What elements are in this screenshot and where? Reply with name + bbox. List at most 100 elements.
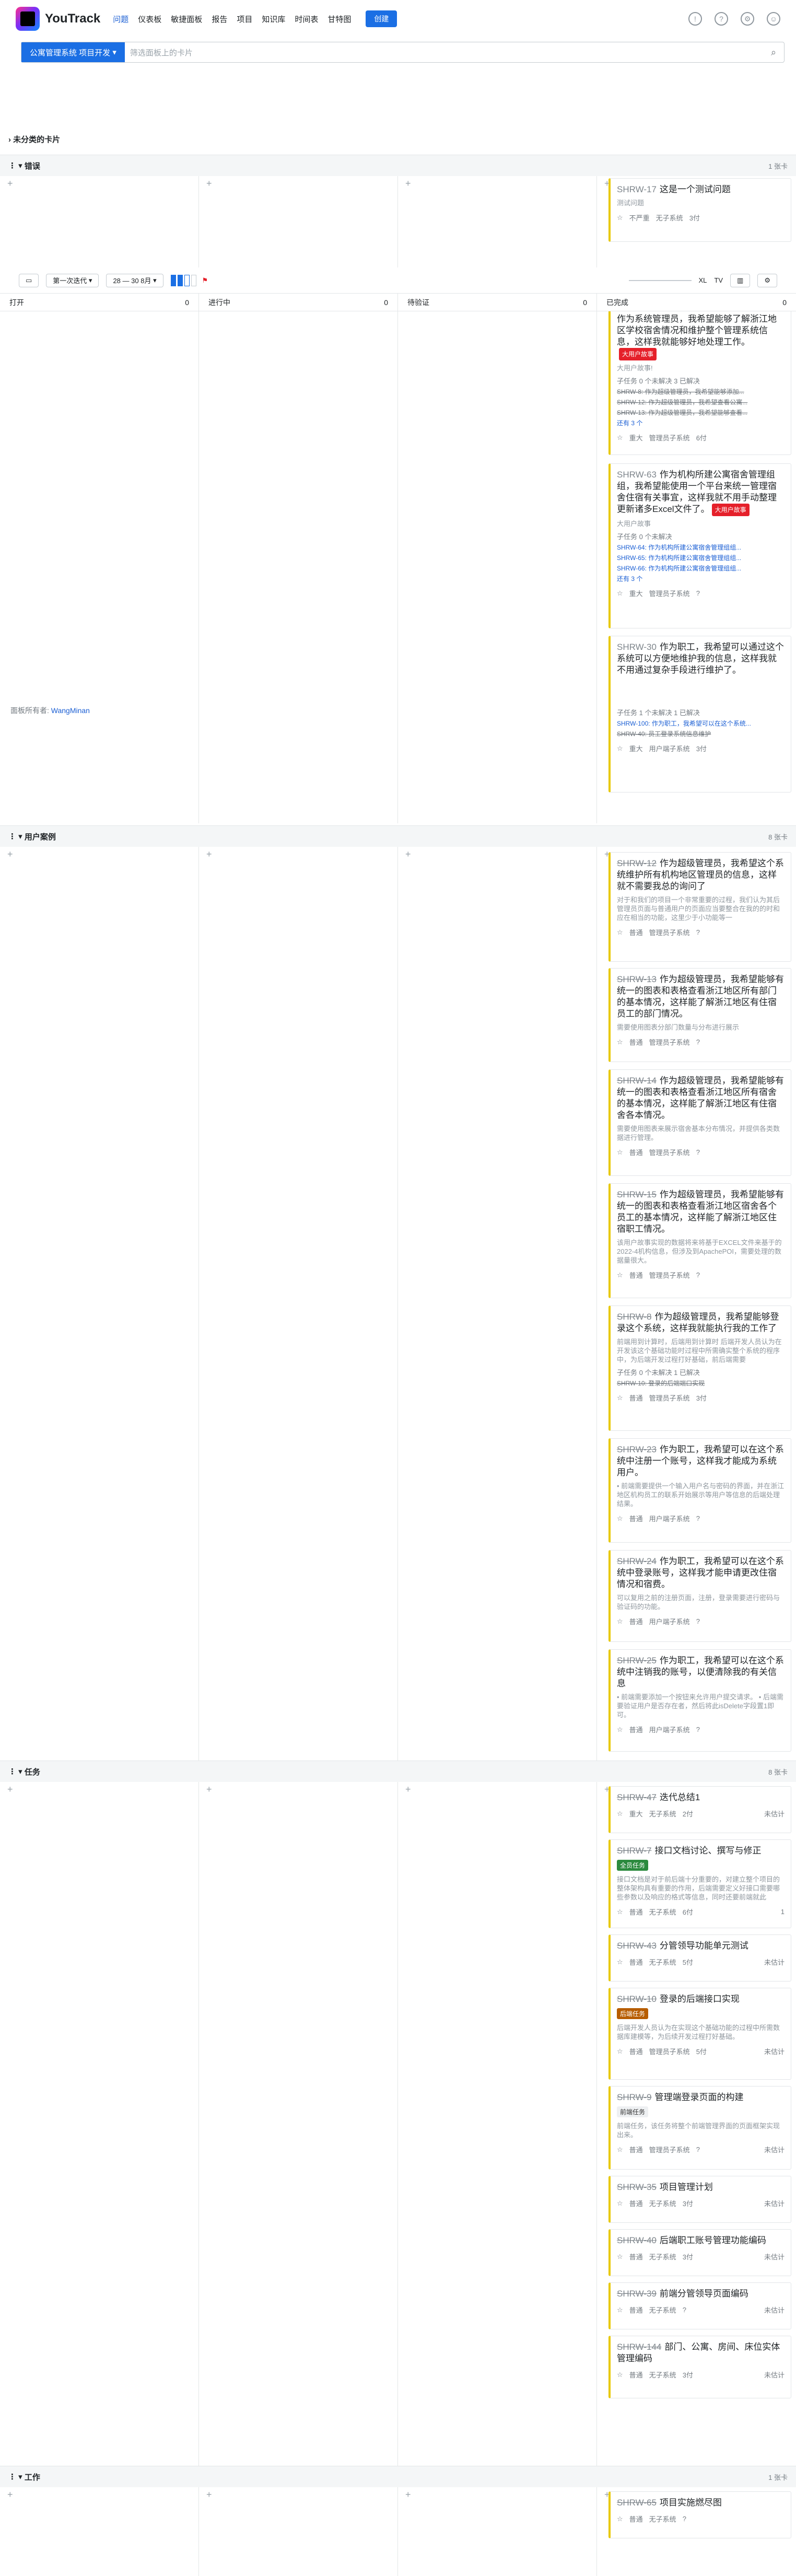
subsystem-field[interactable]: 无子系统: [649, 1809, 676, 1819]
story-points-field[interactable]: 3付: [683, 2252, 693, 2262]
subtask-link[interactable]: SHRW-65: 作为机构所建公寓宿舍管理组组...: [617, 553, 785, 562]
add-card-icon[interactable]: +: [206, 1784, 212, 1795]
issue-card[interactable]: SHRW-15 作为超级管理员，我希望能够有统一的图表和表格查看浙江地区宿舍各个员…: [608, 1183, 791, 1298]
column-cell-to-verify[interactable]: +: [398, 2487, 597, 2576]
swimlane-header[interactable]: ⋮ ▾ 错误 1 张卡: [0, 155, 796, 176]
add-card-icon[interactable]: +: [7, 178, 13, 189]
card-size-slider[interactable]: [628, 279, 692, 281]
subtask-link[interactable]: SHRW-10: 登录的后端端口实现: [617, 1379, 785, 1388]
nav-dashboards[interactable]: 仪表板: [138, 14, 161, 25]
star-icon[interactable]: ☆: [617, 2515, 623, 2523]
more-subtasks-link[interactable]: 还有 3 个: [617, 418, 785, 427]
issue-card[interactable]: SHRW-35 项目管理计划 ☆ 普通 无子系统 3付 未估计: [608, 2176, 791, 2223]
priority-field[interactable]: 普通: [629, 2046, 643, 2056]
more-subtasks-link[interactable]: 还有 3 个: [617, 574, 785, 583]
epic-tag[interactable]: 大用户故事: [711, 504, 750, 516]
subtasks-summary[interactable]: 子任务 0 个未解决 1 已解决: [617, 1367, 785, 1377]
sprint-selector[interactable]: 第一次迭代 ▾: [46, 273, 99, 287]
priority-field[interactable]: 不严重: [629, 213, 650, 223]
issue-id[interactable]: SHRW-14: [617, 1076, 657, 1086]
subtask-link[interactable]: SHRW-8: 作为超级管理员，我希望能够添加...: [617, 387, 785, 396]
task-tag[interactable]: 后端任务: [617, 2008, 649, 2019]
story-points-field[interactable]: ?: [696, 1617, 700, 1625]
story-points-field[interactable]: ?: [696, 1726, 700, 1733]
star-icon[interactable]: ☆: [617, 1810, 623, 1818]
nav-knowledge-base[interactable]: 知识库: [262, 14, 285, 25]
estimate-field[interactable]: 未估计: [764, 2252, 785, 2262]
board-owner-link[interactable]: WangMinan: [51, 706, 90, 715]
star-icon[interactable]: ☆: [617, 2371, 623, 2379]
priority-field[interactable]: 普通: [629, 1270, 643, 1280]
add-card-icon[interactable]: +: [405, 849, 411, 860]
search-input[interactable]: 筛选面板上的卡片: [125, 47, 763, 58]
star-icon[interactable]: ☆: [617, 1271, 623, 1279]
nav-issues[interactable]: 问题: [113, 14, 128, 25]
size-tv-button[interactable]: TV: [714, 276, 723, 284]
priority-field[interactable]: 普通: [629, 1037, 643, 1047]
issue-id[interactable]: SHRW-13: [617, 974, 657, 984]
star-icon[interactable]: ☆: [617, 1148, 623, 1157]
subtasks-summary[interactable]: 子任务 1 个未解决 1 已解决: [617, 707, 785, 717]
issue-id[interactable]: SHRW-30: [617, 642, 657, 652]
estimate-field[interactable]: 未估计: [764, 2305, 785, 2315]
issue-id[interactable]: SHRW-144: [617, 2342, 661, 2352]
subtask-link[interactable]: SHRW-13: 作为超级管理员，我希望能够查看...: [617, 408, 785, 417]
priority-field[interactable]: 普通: [629, 1957, 643, 1967]
subtask-link[interactable]: SHRW-40: 员工登录系统信息维护: [617, 729, 785, 738]
issue-id[interactable]: SHRW-10: [617, 1994, 657, 2004]
subsystem-field[interactable]: 用户端子系统: [649, 743, 690, 753]
story-points-field[interactable]: 5付: [683, 1957, 693, 1967]
priority-field[interactable]: 普通: [629, 1393, 643, 1403]
column-cell-open[interactable]: +: [0, 2487, 199, 2576]
priority-field[interactable]: 普通: [629, 2370, 643, 2380]
issue-id[interactable]: SHRW-63: [617, 470, 657, 480]
swimlane-header[interactable]: ⋮ ▾ 工作 1 张卡: [0, 2466, 796, 2487]
star-icon[interactable]: ☆: [617, 2047, 623, 2056]
subsystem-field[interactable]: 无子系统: [649, 2198, 676, 2208]
subsystem-field[interactable]: 用户端子系统: [649, 1616, 690, 1626]
notification-bell-icon[interactable]: !: [688, 12, 702, 26]
subsystem-field[interactable]: 用户端子系统: [649, 1513, 690, 1523]
story-points-field[interactable]: ?: [683, 2515, 686, 2523]
issue-id[interactable]: SHRW-23: [617, 1444, 657, 1454]
story-points-field[interactable]: 6付: [696, 433, 707, 442]
issue-card[interactable]: SHRW-47 迭代总结1 ☆ 重大 无子系统 2付 未估计: [608, 1786, 791, 1833]
issue-id[interactable]: SHRW-35: [617, 2182, 657, 2192]
nav-reports[interactable]: 报告: [212, 14, 227, 25]
estimate-field[interactable]: 未估计: [764, 1809, 785, 1819]
issue-card[interactable]: SHRW-25 作为职工，我希望可以在这个系统中注销我的账号，以便清除我的有关信息…: [608, 1649, 791, 1752]
column-cell-in-progress[interactable]: +: [199, 847, 398, 1761]
estimate-field[interactable]: 未估计: [764, 2198, 785, 2208]
priority-field[interactable]: 普通: [629, 2144, 643, 2154]
story-points-field[interactable]: ?: [696, 589, 700, 597]
subsystem-field[interactable]: 无子系统: [656, 213, 683, 223]
estimate-field[interactable]: 未估计: [764, 2144, 785, 2154]
issue-id[interactable]: SHRW-47: [617, 1792, 657, 1802]
column-cell-in-progress[interactable]: +: [199, 2487, 398, 2576]
nav-gantt[interactable]: 甘特图: [327, 14, 351, 25]
story-points-field[interactable]: ?: [696, 1271, 700, 1279]
column-cell-in-progress[interactable]: +: [199, 1782, 398, 2466]
subtask-link[interactable]: SHRW-66: 作为机构所建公寓宿舍管理组组...: [617, 564, 785, 573]
story-points-field[interactable]: 3付: [689, 213, 700, 223]
priority-field[interactable]: 普通: [629, 927, 643, 937]
issue-card[interactable]: SHRW-144 部门、公寓、房间、床位实体管理编码 ☆ 普通 无子系统 3付 未估计: [608, 2336, 791, 2398]
chart-icon[interactable]: ▥: [730, 273, 751, 287]
story-points-field[interactable]: ?: [696, 1514, 700, 1522]
issue-id[interactable]: SHRW-40: [617, 2235, 657, 2245]
issue-id[interactable]: SHRW-12: [617, 858, 657, 868]
issue-card[interactable]: SHRW-24 作为职工，我希望可以在这个系统中登录账号，这样我才能申请更改住宿情…: [608, 1550, 791, 1642]
column-header-in-progress[interactable]: 进行中 0: [199, 294, 398, 311]
subsystem-field[interactable]: 用户端子系统: [649, 1724, 690, 1734]
add-card-icon[interactable]: +: [7, 2489, 13, 2500]
issue-card[interactable]: SHRW-40 后端职工账号管理功能编码 ☆ 普通 无子系统 3付 未估计: [608, 2229, 791, 2276]
story-points-field[interactable]: ?: [696, 1148, 700, 1156]
priority-field[interactable]: 普通: [629, 2198, 643, 2208]
story-points-field[interactable]: 5付: [696, 2046, 707, 2056]
priority-field[interactable]: 普通: [629, 1147, 643, 1157]
issue-card[interactable]: SHRW-65 项目实施燃尽图 ☆ 普通 无子系统?: [608, 2491, 791, 2538]
issue-id[interactable]: SHRW-15: [617, 1190, 657, 1199]
subsystem-field[interactable]: 管理员子系统: [649, 927, 690, 937]
story-points-field[interactable]: 3付: [696, 1393, 707, 1403]
column-header-to-verify[interactable]: 待验证 0: [398, 294, 597, 311]
